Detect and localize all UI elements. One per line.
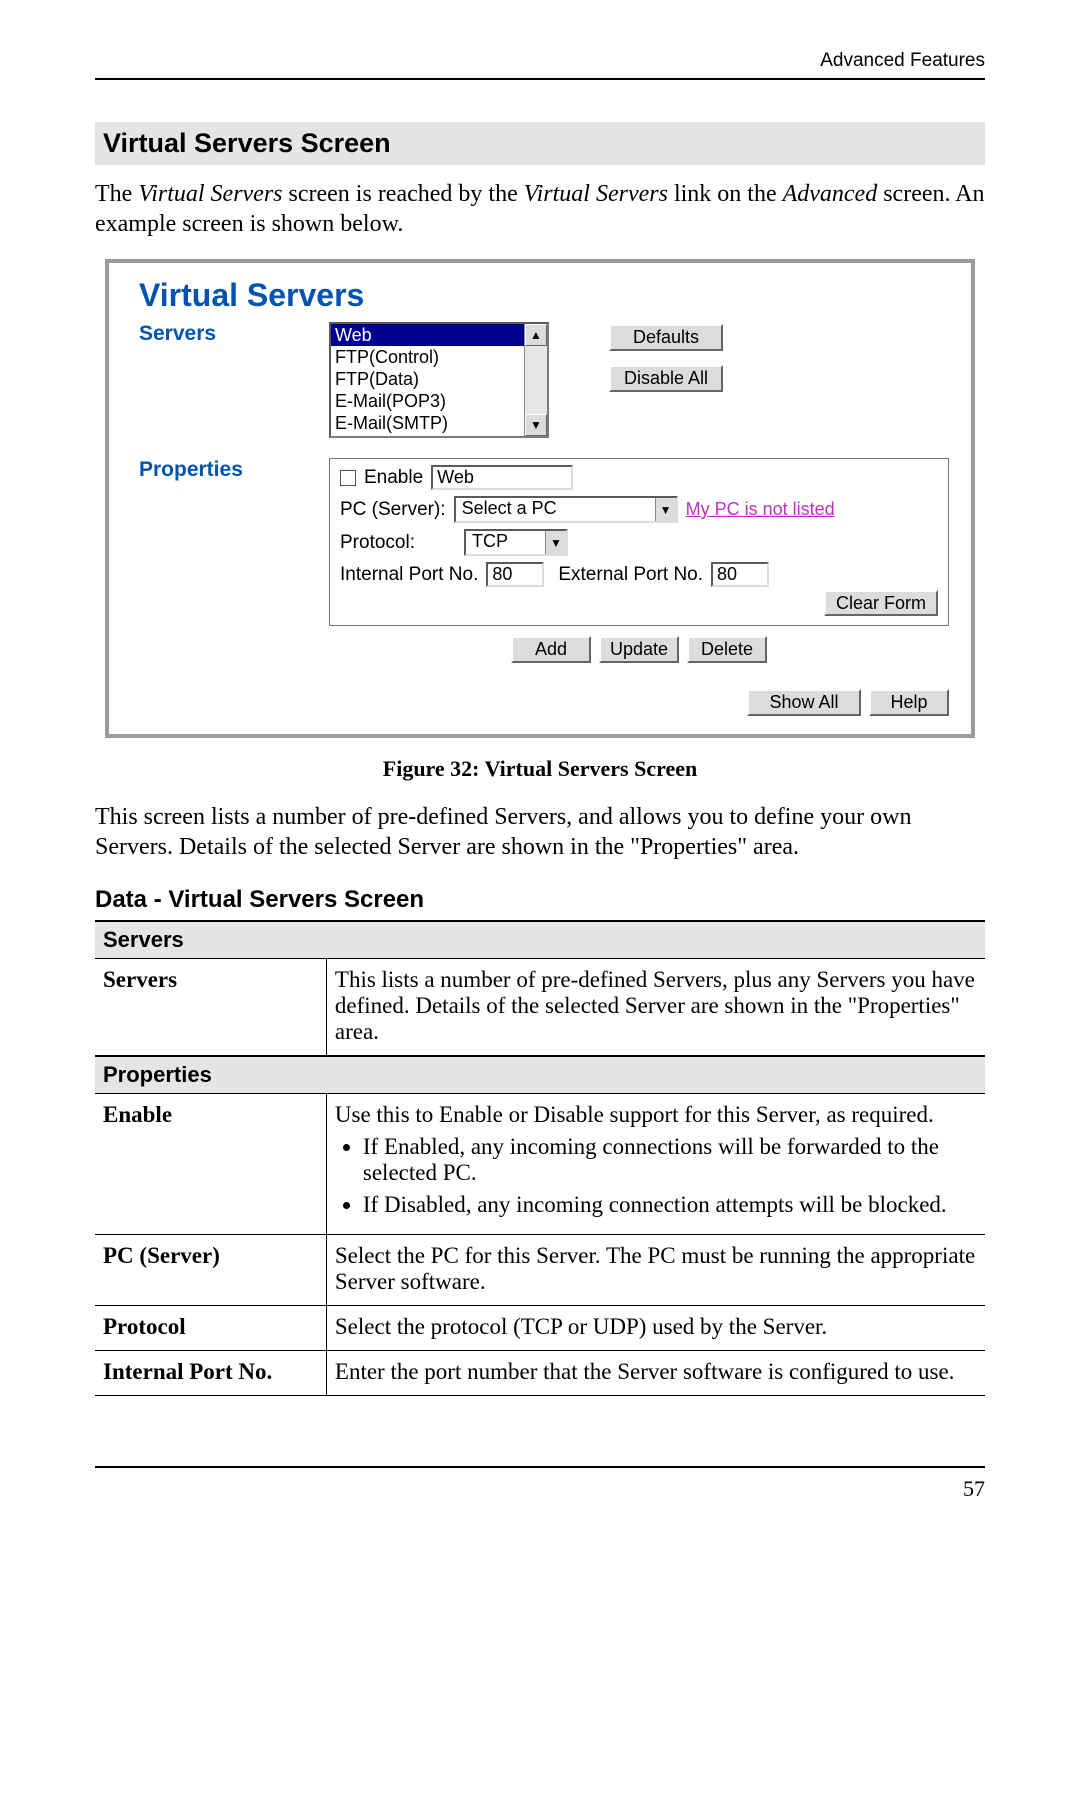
clear-form-button[interactable]: Clear Form — [824, 590, 938, 616]
figure-caption: Figure 32: Virtual Servers Screen — [95, 756, 985, 782]
chevron-down-icon[interactable]: ▼ — [545, 531, 566, 554]
table-row: Enable Use this to Enable or Disable sup… — [95, 1094, 985, 1235]
table-row: Protocol Select the protocol (TCP or UDP… — [95, 1306, 985, 1351]
footer-divider — [95, 1466, 985, 1468]
protocol-select[interactable]: TCP ▼ — [464, 529, 568, 556]
t: Advanced — [783, 181, 878, 207]
post-screenshot-paragraph: This screen lists a number of pre-define… — [95, 802, 985, 862]
show-all-button[interactable]: Show All — [747, 689, 861, 716]
row-val: Select the protocol (TCP or UDP) used by… — [326, 1306, 985, 1351]
enable-label: Enable — [364, 467, 423, 489]
row-key: Servers — [95, 959, 326, 1057]
table-row: Internal Port No. Enter the port number … — [95, 1351, 985, 1396]
scroll-up-icon[interactable]: ▲ — [525, 324, 547, 346]
internal-port-input[interactable]: 80 — [486, 562, 544, 587]
properties-section-label: Properties — [139, 458, 329, 482]
row-val: Enter the port number that the Server so… — [326, 1351, 985, 1396]
bullet: If Enabled, any incoming connections wil… — [363, 1134, 977, 1186]
scroll-down-icon[interactable]: ▼ — [525, 414, 547, 436]
properties-box: Enable Web PC (Server): Select a PC ▼ My… — [329, 458, 949, 626]
chevron-down-icon[interactable]: ▼ — [655, 498, 676, 521]
t: screen is reached by the — [283, 181, 524, 207]
external-port-input[interactable]: 80 — [711, 562, 769, 587]
row-key: Internal Port No. — [95, 1351, 326, 1396]
row-key: Enable — [95, 1094, 326, 1235]
update-button[interactable]: Update — [599, 636, 679, 663]
list-item[interactable]: FTP(Data) — [331, 368, 524, 390]
delete-button[interactable]: Delete — [687, 636, 767, 663]
scroll-track[interactable] — [525, 346, 547, 414]
t: Virtual Servers — [138, 181, 282, 207]
add-button[interactable]: Add — [511, 636, 591, 663]
intro-paragraph: The Virtual Servers screen is reached by… — [95, 179, 985, 239]
t: Virtual Servers — [524, 181, 668, 207]
dd-value: TCP — [466, 531, 545, 554]
protocol-label: Protocol: — [340, 532, 456, 554]
pc-server-select[interactable]: Select a PC ▼ — [454, 496, 678, 523]
servers-section-label: Servers — [139, 322, 329, 346]
row-val: This lists a number of pre-defined Serve… — [326, 959, 985, 1057]
enable-checkbox[interactable] — [340, 470, 356, 486]
scrollbar[interactable]: ▲ ▼ — [524, 324, 547, 436]
list-item[interactable]: E-Mail(SMTP) — [331, 412, 524, 434]
page-number: 57 — [95, 1476, 985, 1502]
section-heading: Virtual Servers Screen — [95, 122, 985, 165]
external-port-label: External Port No. — [558, 564, 703, 586]
t: link on the — [668, 181, 783, 207]
my-pc-not-listed-link[interactable]: My PC is not listed — [686, 499, 835, 520]
list-item[interactable]: E-Mail(POP3) — [331, 390, 524, 412]
help-button[interactable]: Help — [869, 689, 949, 716]
servers-listbox[interactable]: Web FTP(Control) FTP(Data) E-Mail(POP3) … — [329, 322, 549, 438]
enable-name-input[interactable]: Web — [431, 465, 573, 490]
table-row: PC (Server) Select the PC for this Serve… — [95, 1235, 985, 1306]
list-item[interactable]: Web — [331, 324, 524, 346]
t: The — [95, 181, 138, 207]
table-category-properties: Properties — [95, 1056, 985, 1094]
data-table: Servers Servers This lists a number of p… — [95, 920, 985, 1396]
disable-all-button[interactable]: Disable All — [609, 365, 723, 392]
row-val: Select the PC for this Server. The PC mu… — [326, 1235, 985, 1306]
row-key: PC (Server) — [95, 1235, 326, 1306]
page-header: Advanced Features — [95, 50, 985, 78]
dd-value: Select a PC — [456, 498, 655, 521]
bullet: If Disabled, any incoming connection att… — [363, 1192, 977, 1218]
table-category-servers: Servers — [95, 921, 985, 959]
panel-title: Virtual Servers — [139, 277, 949, 314]
internal-port-label: Internal Port No. — [340, 564, 478, 586]
row-key: Protocol — [95, 1306, 326, 1351]
table-row: Servers This lists a number of pre-defin… — [95, 959, 985, 1057]
embedded-screenshot: Virtual Servers Servers Web FTP(Control)… — [105, 259, 975, 738]
row-val: Use this to Enable or Disable support fo… — [326, 1094, 985, 1235]
t: Use this to Enable or Disable support fo… — [335, 1102, 934, 1127]
defaults-button[interactable]: Defaults — [609, 324, 723, 351]
header-divider — [95, 78, 985, 80]
list-item[interactable]: FTP(Control) — [331, 346, 524, 368]
pc-server-label: PC (Server): — [340, 499, 446, 521]
data-subheading: Data - Virtual Servers Screen — [95, 886, 985, 914]
